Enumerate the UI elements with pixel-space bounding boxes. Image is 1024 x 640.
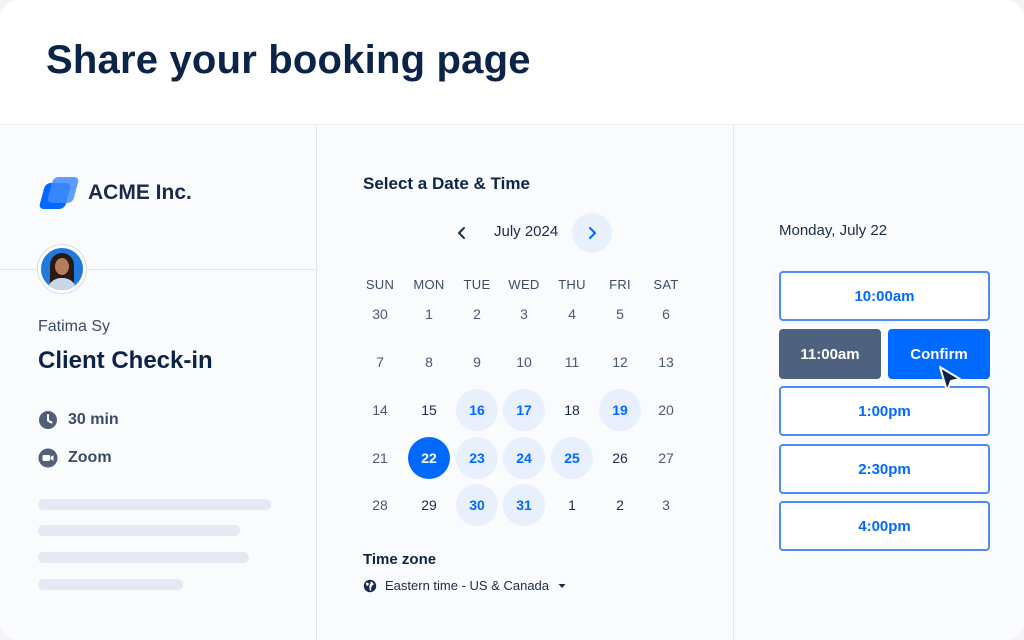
calendar-day: 1: [568, 497, 576, 513]
weekday-label: THU: [558, 277, 586, 292]
available-date[interactable]: 30: [456, 484, 498, 526]
calendar-day: 4: [568, 306, 576, 322]
weekday-label: SUN: [365, 277, 395, 292]
scheduling-widget: ACME Inc. Fatima Sy Client Check-in 30 m…: [0, 124, 1024, 640]
available-date[interactable]: 17: [503, 389, 545, 431]
timezone-label: Time zone: [363, 551, 437, 568]
event-duration: 30 min: [38, 410, 119, 430]
calendar-day: 8: [425, 354, 433, 370]
weekday-label: SAT: [653, 277, 679, 292]
timezone-value: Eastern time - US & Canada: [385, 578, 550, 593]
available-date[interactable]: 19: [599, 389, 641, 431]
next-month-button[interactable]: [572, 213, 612, 253]
column-divider: [733, 125, 734, 640]
calendar-day: 11: [564, 354, 580, 370]
calendar-day: 3: [662, 497, 670, 513]
calendar-day: 10: [516, 354, 532, 370]
chevron-left-icon: [458, 227, 465, 239]
calendar-day: 27: [658, 450, 674, 466]
chevron-right-icon: [589, 227, 596, 239]
description-placeholder-line: [38, 552, 249, 563]
available-date[interactable]: 24: [503, 437, 545, 479]
calendar-day: 9: [473, 354, 481, 370]
caret-down-icon: [558, 583, 566, 588]
calendar-day: 3: [520, 306, 528, 322]
time-slot-button[interactable]: 10:00am: [779, 271, 990, 321]
globe-icon: [363, 579, 377, 592]
calendar-day: 2: [616, 497, 624, 513]
timezone-selector[interactable]: Eastern time - US & Canada: [363, 578, 567, 593]
calendar-day: 26: [612, 450, 628, 466]
time-slot-button[interactable]: 2:30pm: [779, 444, 990, 494]
description-placeholder-line: [38, 499, 271, 510]
location-label: Zoom: [68, 449, 112, 466]
calendar-day: 12: [612, 354, 628, 370]
available-date[interactable]: 31: [503, 484, 545, 526]
available-date[interactable]: 23: [456, 437, 498, 479]
calendar-day: 6: [662, 306, 670, 322]
event-title: Client Check-in: [38, 347, 213, 374]
calendar-day: 30: [372, 306, 388, 322]
selected-time-slot[interactable]: 11:00am: [779, 329, 881, 379]
previous-month-button[interactable]: [450, 221, 474, 245]
calendar-day: 18: [564, 402, 580, 418]
acme-logo-icon: [38, 173, 80, 213]
time-slot-button[interactable]: 4:00pm: [779, 501, 990, 551]
brand-name: ACME Inc.: [88, 181, 192, 204]
month-label: July 2024: [494, 223, 559, 240]
calendar-day: 29: [421, 497, 437, 513]
weekday-label: TUE: [463, 277, 491, 292]
available-date[interactable]: 25: [551, 437, 593, 479]
description-placeholder-line: [38, 525, 240, 536]
selected-date[interactable]: 22: [408, 437, 450, 479]
duration-label: 30 min: [68, 411, 119, 428]
calendar-day: 7: [376, 354, 384, 370]
available-date[interactable]: 16: [456, 389, 498, 431]
description-placeholder-line: [38, 579, 183, 590]
calendar-day: 2: [473, 306, 481, 322]
calendar-day: 15: [421, 402, 437, 418]
weekday-label: WED: [508, 277, 540, 292]
calendar-day: 28: [372, 497, 388, 513]
event-location: Zoom: [38, 448, 112, 468]
calendar-day: 13: [658, 354, 674, 370]
calendar-day: 20: [658, 402, 674, 418]
selected-date-heading: Monday, July 22: [779, 222, 888, 239]
host-name: Fatima Sy: [38, 318, 111, 335]
page-headline: Share your booking page: [46, 38, 531, 82]
column-divider: [316, 125, 317, 640]
weekday-label: FRI: [609, 277, 631, 292]
calendar-day: 14: [372, 402, 388, 418]
calendar-day: 21: [372, 450, 388, 466]
select-date-title: Select a Date & Time: [363, 174, 530, 193]
video-camera-icon: [38, 448, 58, 468]
avatar: [38, 245, 86, 293]
booking-page-card: Share your booking page ACME Inc. Fatima…: [0, 0, 1024, 640]
calendar-day: 1: [425, 306, 433, 322]
brand: ACME Inc.: [38, 173, 192, 213]
weekday-label: MON: [413, 277, 445, 292]
mouse-pointer-icon: [939, 366, 961, 392]
calendar-day: 5: [616, 306, 624, 322]
clock-icon: [38, 410, 58, 430]
